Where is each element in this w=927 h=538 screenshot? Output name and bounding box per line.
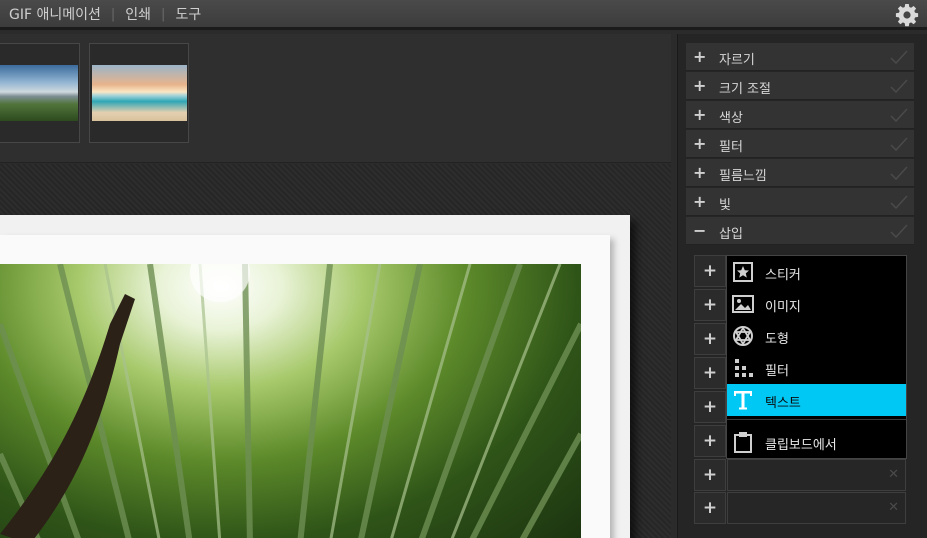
accordion-film[interactable]: + 필름느낌 [686,159,914,187]
check-icon [890,108,908,122]
accordion-label: 필터 [719,140,743,155]
filter-icon [735,359,753,377]
add-insert-button[interactable]: + [694,459,726,491]
dropdown-item-label: 이미지 [765,300,801,315]
insert-field[interactable]: ✕ [727,492,906,524]
check-icon [890,50,908,64]
bamboo-photo[interactable] [0,264,581,538]
dropdown-item-label: 필터 [765,364,789,379]
thumbnail-image [92,65,187,121]
add-insert-button[interactable]: + [694,357,726,389]
expand-icon: + [693,105,707,124]
check-icon [890,137,908,151]
dropdown-item-text[interactable]: 텍스트 [727,384,906,416]
insert-type-dropdown: 스티커 이미지 도형 필터 텍스트 클립보드에서 [726,255,907,459]
accordion-light[interactable]: + 빛 [686,188,914,216]
add-insert-button[interactable]: + [694,255,726,287]
dropdown-item-shape[interactable]: 도형 [727,320,906,352]
thumbnail-beach[interactable] [89,43,189,143]
remove-icon[interactable]: ✕ [888,467,899,482]
check-icon [890,79,908,93]
accordion-label: 빛 [719,198,731,213]
canvas-area [0,164,671,538]
expand-icon: + [693,134,707,153]
menu-separator: | [110,6,116,22]
accordion-filter[interactable]: + 필터 [686,130,914,158]
dropdown-item-label: 스티커 [765,268,801,283]
accordion-crop[interactable]: + 자르기 [686,43,914,71]
menu-separator: | [161,6,166,22]
sticker-icon [733,262,753,282]
dropdown-item-label: 텍스트 [765,396,801,411]
dropdown-item-filter[interactable]: 필터 [727,352,906,384]
accordion-label: 필름느낌 [719,169,767,184]
menu-tools[interactable]: 도구 [175,4,201,24]
thumbnail-strip [0,34,671,163]
thumbnail-mountain[interactable] [0,43,80,143]
menu-print[interactable]: 인쇄 [125,4,151,24]
clipboard-icon [734,432,752,453]
accordion-resize[interactable]: + 크기 조절 [686,72,914,100]
menu-gif-animation[interactable]: GIF 애니메이션 [9,4,101,24]
dropdown-item-image[interactable]: 이미지 [727,288,906,320]
expand-icon: + [693,192,707,211]
check-icon [890,166,908,180]
accordion-insert[interactable]: − 삽입 [686,217,914,245]
thumbnail-image [0,65,78,121]
shape-icon [733,326,753,346]
insert-field[interactable]: ✕ [727,459,906,491]
dropdown-divider [727,419,906,420]
accordion-label: 자르기 [719,53,755,68]
check-icon [890,195,908,209]
accordion-label: 색상 [719,111,743,126]
accordion-color[interactable]: + 색상 [686,101,914,129]
top-menu-bar: GIF 애니메이션 | 인쇄 | 도구 [0,0,927,30]
add-insert-button[interactable]: + [694,323,726,355]
check-icon [890,224,908,238]
dropdown-item-clipboard[interactable]: 클립보드에서 [727,426,906,458]
dropdown-item-label: 도형 [765,332,789,347]
dropdown-item-label: 클립보드에서 [765,438,837,453]
gear-icon[interactable] [895,3,919,27]
add-insert-button[interactable]: + [694,391,726,423]
top-menu: GIF 애니메이션 | 인쇄 | 도구 [9,4,201,24]
text-icon [734,391,752,410]
accordion-label: 크기 조절 [719,82,771,97]
add-insert-button[interactable]: + [694,492,726,524]
insert-slot: + ✕ [694,459,906,491]
collapse-icon: − [693,221,707,240]
expand-icon: + [693,47,707,66]
add-insert-button[interactable]: + [694,425,726,457]
accordion-label: 삽입 [719,227,743,242]
insert-slot: + ✕ [694,492,906,524]
expand-icon: + [693,163,707,182]
add-insert-button[interactable]: + [694,289,726,321]
remove-icon[interactable]: ✕ [888,500,899,515]
expand-icon: + [693,76,707,95]
image-icon [732,295,754,313]
dropdown-item-sticker[interactable]: 스티커 [727,256,906,288]
